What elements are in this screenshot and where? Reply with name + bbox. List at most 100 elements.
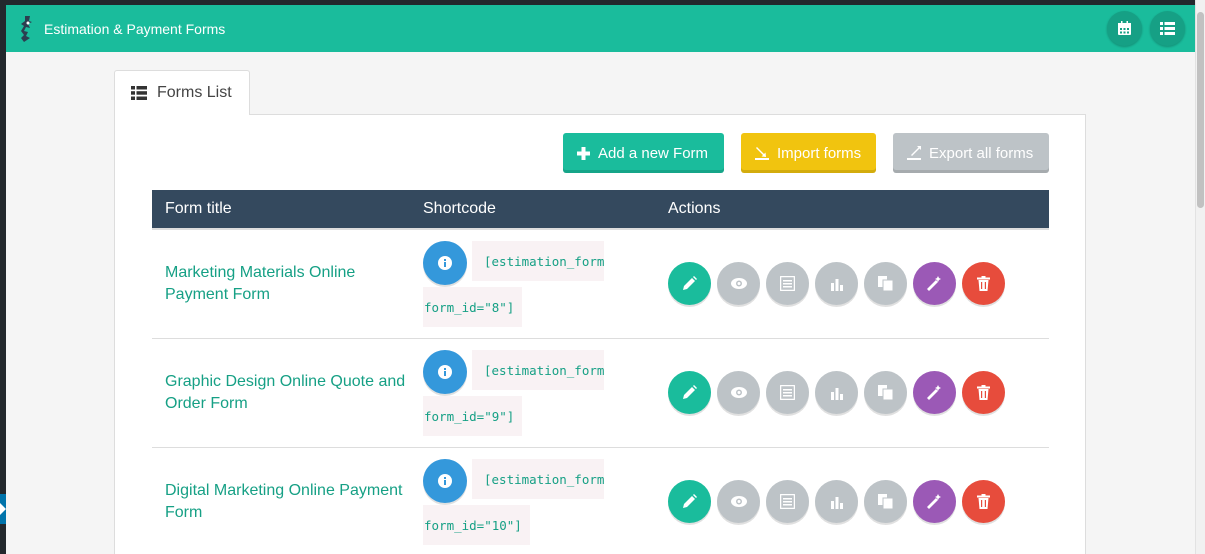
- list-alt-icon: [780, 385, 795, 400]
- row-actions: [668, 480, 1049, 523]
- eye-icon: [730, 278, 747, 290]
- wizard-button[interactable]: [913, 480, 956, 523]
- shortcode-text[interactable]: [estimation_form: [472, 458, 604, 499]
- trash-icon: [977, 276, 990, 292]
- actions-cell: [668, 338, 1049, 447]
- info-button[interactable]: [423, 349, 467, 394]
- shortcode-text[interactable]: form_id="10"]: [423, 504, 530, 545]
- header-form-title: Form title: [165, 200, 232, 217]
- preview-button[interactable]: [717, 480, 760, 523]
- eye-icon: [730, 387, 747, 398]
- statistics-button[interactable]: [815, 262, 858, 306]
- info-icon: [438, 364, 452, 379]
- pencil-icon: [682, 276, 697, 291]
- shortcode-text[interactable]: form_id="9"]: [423, 395, 523, 436]
- table-row: Graphic Design Online Quote and Order Fo…: [152, 338, 1049, 447]
- export-forms-button[interactable]: Export all forms: [893, 133, 1049, 173]
- logs-button[interactable]: [766, 371, 809, 414]
- import-forms-label: Import forms: [777, 144, 862, 162]
- duplicate-button[interactable]: [864, 480, 907, 523]
- shortcode-cell: [estimation_form form_id="10"]: [423, 447, 668, 554]
- preview-button[interactable]: [717, 371, 760, 414]
- trash-icon: [977, 385, 990, 400]
- wizard-button[interactable]: [913, 262, 956, 306]
- eye-icon: [730, 496, 747, 507]
- shortcode-text[interactable]: [estimation_form: [472, 349, 604, 390]
- form-title-link[interactable]: Marketing Materials Online Payment Form: [152, 229, 423, 338]
- logs-button[interactable]: [766, 480, 809, 523]
- tab-forms-list[interactable]: Forms List: [114, 70, 250, 115]
- logs-button[interactable]: [766, 262, 809, 306]
- shortcode-text[interactable]: [estimation_form: [472, 240, 604, 281]
- table-header-row: Form title Shortcode Actions: [152, 190, 1049, 229]
- preview-button[interactable]: [717, 262, 760, 306]
- form-title-link[interactable]: Graphic Design Online Quote and Order Fo…: [152, 338, 423, 447]
- magic-wand-icon: [927, 385, 942, 400]
- forms-list-panel: Add a new Form Import forms Export all f…: [114, 114, 1086, 554]
- row-actions: [668, 371, 1049, 414]
- delete-button[interactable]: [962, 262, 1005, 306]
- shortcode-cell: [estimation_form form_id="8"]: [423, 229, 668, 338]
- shortcode: [estimation_form form_id="10"]: [423, 458, 613, 545]
- add-form-label: Add a new Form: [598, 144, 709, 162]
- bar-chart-icon: [830, 277, 844, 291]
- copy-icon: [878, 276, 893, 292]
- table-row: Marketing Materials Online Payment Form …: [152, 229, 1049, 338]
- header-actions: Actions: [668, 200, 721, 217]
- info-icon: [438, 473, 452, 488]
- trash-icon: [977, 494, 990, 509]
- copy-icon: [878, 494, 893, 509]
- duplicate-button[interactable]: [864, 371, 907, 414]
- import-icon: [755, 146, 769, 160]
- shortcode: [estimation_form form_id="8"]: [423, 240, 613, 327]
- wizard-logo-icon: [16, 14, 38, 44]
- info-icon: [438, 255, 452, 270]
- list-view-button[interactable]: [1150, 11, 1185, 46]
- calendar-button[interactable]: [1107, 11, 1142, 46]
- info-button[interactable]: [423, 240, 467, 285]
- delete-button[interactable]: [962, 371, 1005, 414]
- edit-button[interactable]: [668, 480, 711, 523]
- actions-cell: [668, 447, 1049, 554]
- plus-icon: [577, 146, 590, 160]
- header-actions: [1107, 11, 1185, 46]
- copy-icon: [878, 385, 893, 400]
- header-shortcode: Shortcode: [423, 200, 496, 217]
- pencil-icon: [682, 385, 697, 400]
- bar-chart-icon: [830, 495, 844, 509]
- scrollbar-thumb[interactable]: [1197, 12, 1204, 208]
- export-forms-label: Export all forms: [929, 144, 1034, 162]
- list-icon: [131, 86, 147, 100]
- list-alt-icon: [780, 276, 795, 292]
- table-row: Digital Marketing Online Payment Form [e…: [152, 447, 1049, 554]
- shortcode-text[interactable]: form_id="8"]: [423, 286, 523, 327]
- add-form-button[interactable]: Add a new Form: [563, 133, 724, 173]
- statistics-button[interactable]: [815, 371, 858, 414]
- content-area: Forms List Add a new Form Import forms E…: [6, 52, 1195, 554]
- edit-button[interactable]: [668, 262, 711, 306]
- page-scrollbar[interactable]: [1195, 0, 1205, 554]
- tab-label: Forms List: [157, 84, 232, 101]
- import-forms-button[interactable]: Import forms: [741, 133, 876, 173]
- pencil-icon: [682, 494, 697, 509]
- list-alt-icon: [780, 494, 795, 509]
- delete-button[interactable]: [962, 480, 1005, 523]
- bar-chart-icon: [830, 386, 844, 400]
- statistics-button[interactable]: [815, 480, 858, 523]
- app-title: Estimation & Payment Forms: [44, 20, 226, 37]
- info-button[interactable]: [423, 458, 467, 503]
- duplicate-button[interactable]: [864, 262, 907, 306]
- actions-cell: [668, 229, 1049, 338]
- form-title-link[interactable]: Digital Marketing Online Payment Form: [152, 447, 423, 554]
- list-icon: [1160, 22, 1175, 35]
- calendar-icon: [1117, 21, 1132, 36]
- shortcode: [estimation_form form_id="9"]: [423, 349, 613, 436]
- wizard-button[interactable]: [913, 371, 956, 414]
- app-header: Estimation & Payment Forms: [6, 5, 1195, 52]
- row-actions: [668, 262, 1049, 306]
- forms-table: Form title Shortcode Actions Marketing M…: [152, 190, 1049, 554]
- toolbar: Add a new Form Import forms Export all f…: [563, 133, 1049, 173]
- magic-wand-icon: [927, 276, 942, 292]
- export-icon: [907, 146, 921, 160]
- edit-button[interactable]: [668, 371, 711, 414]
